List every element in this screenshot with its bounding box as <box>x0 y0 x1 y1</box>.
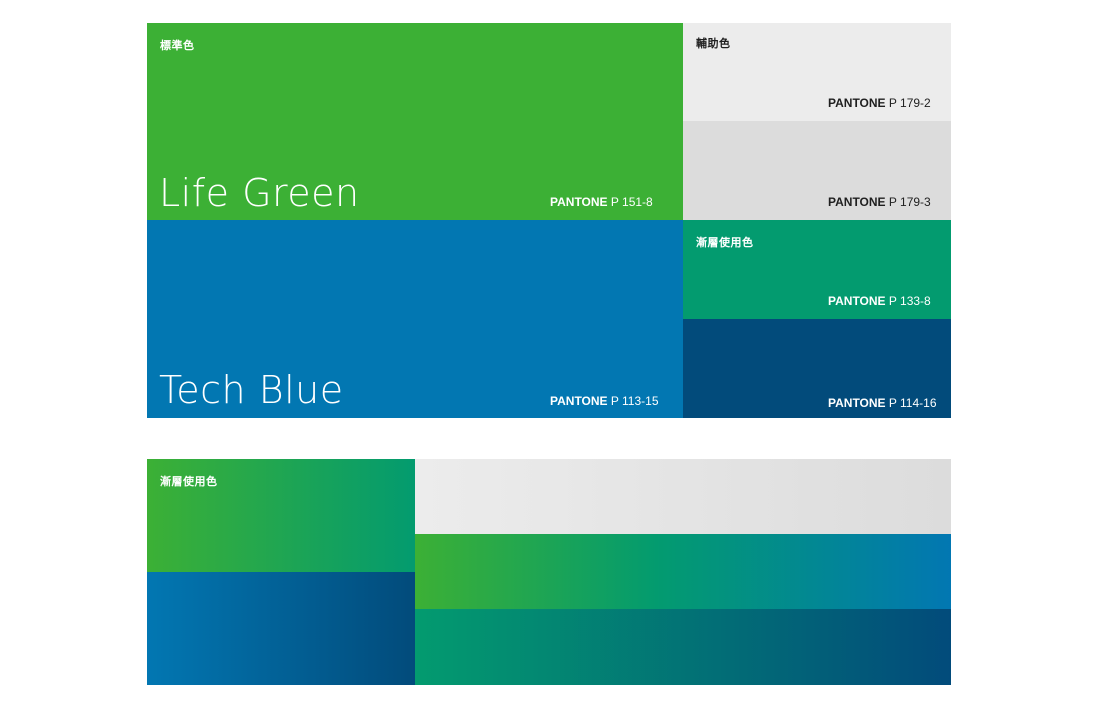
pantone-brand: PANTONE <box>828 96 886 110</box>
grey-light-pantone: PANTONE P 179-2 <box>828 96 931 110</box>
tech-blue-pantone: PANTONE P 113-15 <box>550 394 659 408</box>
teal-navy-gradient-strip <box>415 609 951 685</box>
teal-pantone: PANTONE P 133-8 <box>828 294 931 308</box>
grey-mid-swatch: PANTONE P 179-3 <box>683 121 951 220</box>
pantone-code: P 114-16 <box>888 396 937 410</box>
tech-blue-name: Tech Blue <box>159 368 344 412</box>
teal-swatch: 漸層使用色 PANTONE P 133-8 <box>683 220 951 319</box>
grey-mid-pantone: PANTONE P 179-3 <box>828 195 931 209</box>
life-green-pantone: PANTONE P 151-8 <box>550 195 653 209</box>
blue-navy-gradient-swatch <box>147 572 415 685</box>
gradient-color-label: 漸層使用色 <box>696 236 754 249</box>
auxiliary-color-label: 輔助色 <box>696 37 731 50</box>
navy-pantone: PANTONE P 114-16 <box>828 396 937 410</box>
pantone-code: P 179-2 <box>888 96 931 110</box>
pantone-code: P 113-15 <box>610 394 659 408</box>
green-teal-gradient-swatch: 漸層使用色 <box>147 459 415 572</box>
pantone-code: P 151-8 <box>610 195 653 209</box>
pantone-brand: PANTONE <box>828 294 886 308</box>
pantone-brand: PANTONE <box>828 195 886 209</box>
pantone-code: P 179-3 <box>888 195 931 209</box>
grey-gradient-strip <box>415 459 951 534</box>
pantone-code: P 133-8 <box>888 294 931 308</box>
tech-blue-swatch: Tech Blue PANTONE P 113-15 <box>147 220 683 418</box>
life-green-name: Life Green <box>159 171 360 215</box>
pantone-brand: PANTONE <box>550 394 608 408</box>
grey-light-swatch: 輔助色 PANTONE P 179-2 <box>683 23 951 121</box>
standard-color-label: 標準色 <box>160 39 195 52</box>
life-green-swatch: 標準色 Life Green PANTONE P 151-8 <box>147 23 683 220</box>
navy-swatch: PANTONE P 114-16 <box>683 319 951 418</box>
pantone-brand: PANTONE <box>550 195 608 209</box>
pantone-brand: PANTONE <box>828 396 886 410</box>
gradient-bottom-label: 漸層使用色 <box>160 475 218 488</box>
green-blue-gradient-strip <box>415 534 951 609</box>
